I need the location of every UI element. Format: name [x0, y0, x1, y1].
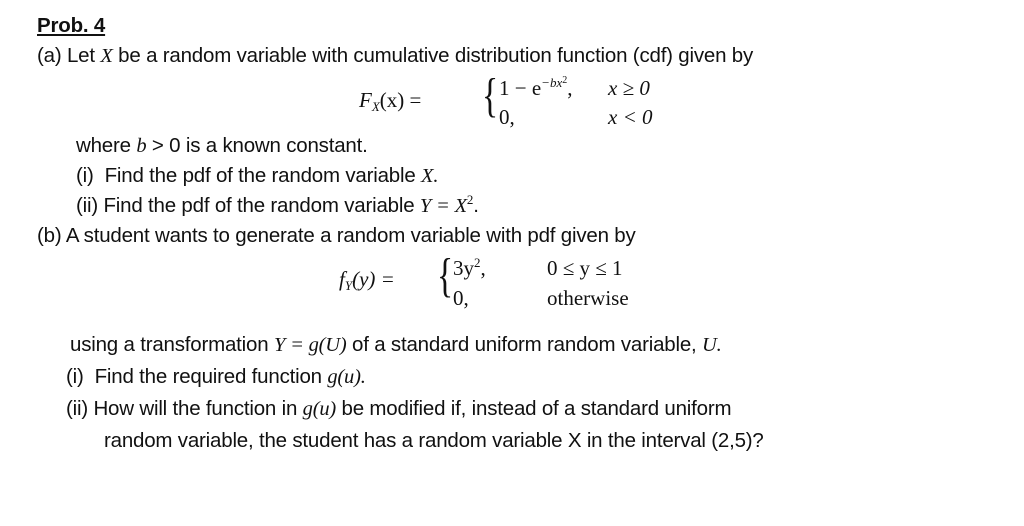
- pdf-lhs: fY(y) =: [339, 267, 395, 293]
- left-brace-icon: {: [482, 69, 499, 122]
- part-a-ii: (ii) Find the pdf of the random variable…: [76, 192, 479, 217]
- part-b-ii: (ii) How will the function in g(u) be mo…: [66, 397, 732, 420]
- cdf-case1-cond: x ≥ 0: [608, 76, 650, 100]
- pdf-case2-cond: otherwise: [547, 286, 629, 310]
- problem-title: Prob. 4: [37, 14, 106, 37]
- part-b-i: (i) Find the required function g(u).: [66, 365, 366, 388]
- pdf-case1-cond: 0 ≤ y ≤ 1: [547, 256, 623, 280]
- where-line: where b > 0 is a known constant.: [76, 134, 368, 157]
- left-brace-icon: {: [437, 249, 454, 302]
- part-b-intro: (b) A student wants to generate a random…: [37, 224, 636, 247]
- cdf-sub: X: [371, 99, 380, 114]
- cdf-case2-expr: 0,: [499, 105, 515, 129]
- cdf-func: F: [359, 88, 372, 112]
- part-a-intro: (a) Let X be a random variable with cumu…: [37, 44, 753, 68]
- part-a-intro-post: be a random variable with cumulative dis…: [112, 44, 754, 67]
- pdf-case1-expr: 3y2,: [453, 255, 486, 280]
- using-line: using a transformation Y = g(U) of a sta…: [70, 333, 722, 356]
- var-x: X: [100, 45, 113, 67]
- cdf-case1-expr: 1 − e−bx2,: [499, 75, 573, 101]
- cdf-arg: (x) =: [379, 88, 422, 112]
- part-a-intro-pre: (a) Let: [37, 44, 101, 67]
- pdf-case2-expr: 0,: [453, 286, 469, 310]
- part-a-i: (i) Find the pdf of the random variable …: [76, 164, 439, 187]
- part-b-ii-line2: random variable, the student has a rando…: [104, 429, 764, 452]
- cdf-lhs: FX(x) =: [359, 88, 421, 113]
- cdf-case2-cond: x < 0: [608, 105, 653, 129]
